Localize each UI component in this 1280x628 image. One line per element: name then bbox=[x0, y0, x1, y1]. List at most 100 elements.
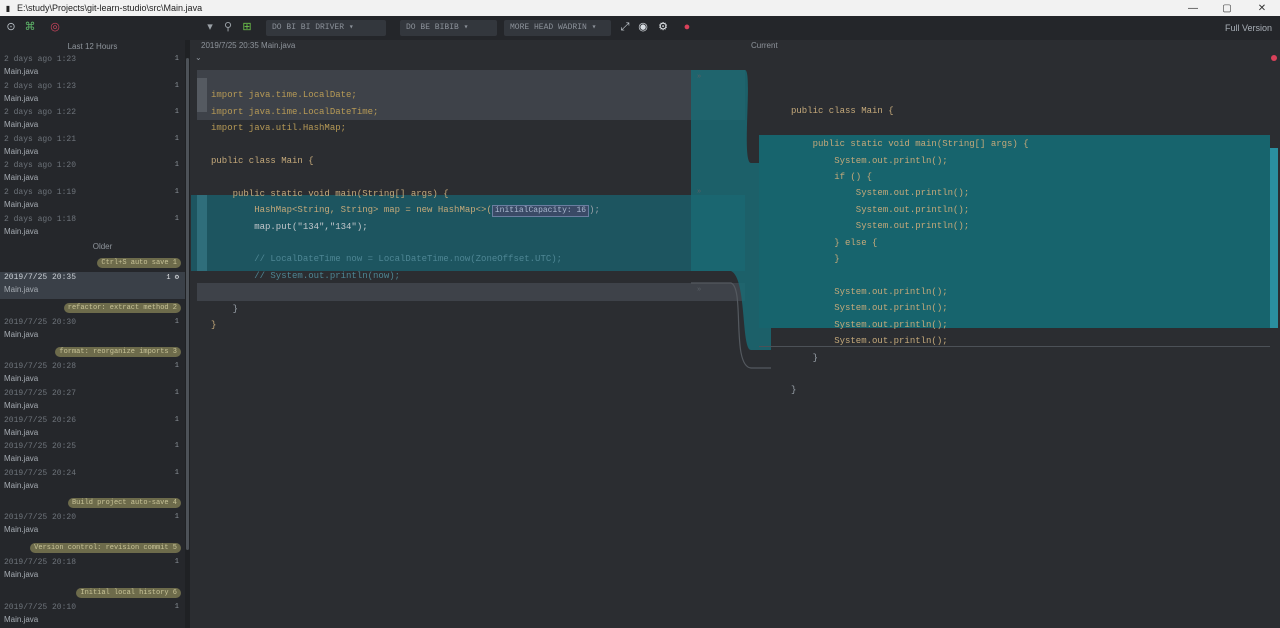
change-count: 1 ⚙ bbox=[166, 274, 179, 283]
list-item[interactable]: 2 days ago 1:22 Main.java 1 bbox=[0, 107, 185, 134]
commit-file: Main.java bbox=[4, 427, 39, 437]
code-line: public static void main(String[] args) { bbox=[211, 188, 449, 199]
change-count: 1 bbox=[174, 468, 179, 477]
commit-date: 2019/7/25 20:24 bbox=[4, 468, 77, 478]
camera-icon[interactable]: ◉ bbox=[636, 20, 650, 34]
code-line: import java.time.LocalDateTime; bbox=[211, 106, 379, 117]
list-item[interactable]: 2019/7/25 20:24 Main.java 1 bbox=[0, 468, 185, 495]
code-line: System.out.println(); bbox=[791, 303, 948, 314]
history-group-header: Last 12 Hours bbox=[67, 42, 118, 51]
commit-file: Main.java bbox=[4, 173, 39, 183]
change-count: 1 bbox=[174, 81, 179, 90]
list-item[interactable]: 2019/7/25 20:28 Main.java 1 bbox=[0, 361, 185, 388]
tag-row[interactable]: format: reorganize imports 3 bbox=[0, 343, 185, 361]
list-item[interactable]: 2019/7/25 20:27 Main.java 1 bbox=[0, 388, 185, 415]
list-item[interactable]: 2019/7/25 20:25 Main.java 1 bbox=[0, 441, 185, 468]
list-item[interactable]: 2019/7/25 20:20 Main.java 1 bbox=[0, 512, 185, 539]
code-line: System.out.println(); bbox=[791, 188, 970, 199]
accept-change-icon[interactable]: » bbox=[697, 73, 701, 81]
commit-date: 2019/7/25 20:20 bbox=[4, 513, 77, 523]
list-item[interactable]: 2 days ago 1:20 Main.java 1 bbox=[0, 160, 185, 187]
commit-date: 2019/7/25 20:30 bbox=[4, 317, 77, 327]
commit-date: 2 days ago 1:20 bbox=[4, 161, 77, 171]
accept-change-icon[interactable]: » bbox=[697, 286, 701, 294]
tag-row[interactable]: Initial local history 6 bbox=[0, 584, 185, 602]
code-line: } bbox=[211, 303, 239, 314]
list-item[interactable]: 2 days ago 1:19 Main.java 1 bbox=[0, 187, 185, 214]
commit-date: 2 days ago 1:22 bbox=[4, 108, 77, 118]
commit-date: 2019/7/25 20:10 bbox=[4, 602, 77, 612]
commit-date: 2019/7/25 20:27 bbox=[4, 388, 77, 398]
minimize-button[interactable]: — bbox=[1176, 0, 1210, 16]
change-count: 1 bbox=[174, 362, 179, 371]
tag-row[interactable]: refactor: extract method 2 bbox=[0, 299, 185, 317]
lock-icon[interactable]: ⊞ bbox=[240, 20, 254, 34]
collapse-icon[interactable]: ▾ bbox=[203, 20, 217, 34]
history-icon[interactable]: ⊙ bbox=[4, 20, 18, 34]
code-line: if () { bbox=[791, 172, 873, 183]
code-line: System.out.println(); bbox=[791, 336, 948, 347]
label-badge: Initial local history 6 bbox=[76, 587, 181, 598]
accept-change-icon[interactable]: » bbox=[697, 188, 701, 196]
list-item[interactable]: 2019/7/25 20:26 Main.java 1 bbox=[0, 415, 185, 442]
list-item[interactable]: 2019/7/25 20:10 Main.java 1 bbox=[0, 602, 185, 628]
stop-icon[interactable]: ● bbox=[680, 20, 694, 34]
code-line: System.out.println(); bbox=[791, 221, 970, 232]
commit-file: Main.java bbox=[4, 285, 39, 295]
change-marker bbox=[197, 78, 207, 112]
code-line: // LocalDateTime now = LocalDateTime.now… bbox=[211, 254, 563, 265]
pin-icon[interactable]: ⚲ bbox=[221, 20, 235, 34]
list-item-selected[interactable]: 2019/7/25 20:35 Main.java 1 ⚙ bbox=[0, 272, 185, 299]
tag-row[interactable]: Version control: revision commit 5 bbox=[0, 539, 185, 557]
list-item[interactable]: 2019/7/25 20:18 Main.java 1 bbox=[0, 557, 185, 584]
commit-date: 2019/7/25 20:25 bbox=[4, 442, 77, 452]
gear-icon[interactable]: ⚙ bbox=[656, 20, 670, 34]
commit-file: Main.java bbox=[4, 226, 39, 236]
close-button[interactable]: ✕ bbox=[1245, 0, 1279, 16]
label-badge: Build project auto-save 4 bbox=[67, 498, 181, 509]
commit-file: Main.java bbox=[4, 93, 39, 103]
change-count: 1 bbox=[174, 602, 179, 611]
commit-date: 2 days ago 1:23 bbox=[4, 81, 77, 91]
change-count: 1 bbox=[174, 134, 179, 143]
app-icon: ▮ bbox=[5, 3, 11, 13]
list-item[interactable]: 2 days ago 1:23 Main.java 1 bbox=[0, 54, 185, 81]
code-line: System.out.println(); bbox=[791, 155, 948, 166]
commit-file: Main.java bbox=[4, 146, 39, 156]
commit-file: Main.java bbox=[4, 374, 39, 384]
maximize-button[interactable]: ▢ bbox=[1210, 0, 1244, 16]
change-count: 1 bbox=[174, 557, 179, 566]
record-icon[interactable]: ◎ bbox=[48, 20, 62, 34]
toolbar: ⊙ ⌘ ◎ ▾ ⚲ ⊞ DO BI BI DRIVER ▾ DO BE BIBI… bbox=[0, 16, 1280, 40]
tag-row[interactable]: Ctrl+S auto save 1 bbox=[0, 254, 185, 272]
commit-file: Main.java bbox=[4, 569, 39, 579]
change-count: 1 bbox=[174, 513, 179, 522]
branch-dropdown[interactable]: DO BI BI DRIVER ▾ bbox=[266, 20, 386, 36]
commit-date: 2 days ago 1:18 bbox=[4, 214, 77, 224]
list-item[interactable]: 2019/7/25 20:30 Main.java 1 bbox=[0, 317, 185, 344]
change-marker bbox=[197, 195, 207, 271]
list-item[interactable]: 2 days ago 1:23 Main.java 1 bbox=[0, 81, 185, 108]
sidebar-scroll-thumb[interactable] bbox=[186, 58, 189, 550]
mode-dropdown[interactable]: DO BE BIBIB ▾ bbox=[400, 20, 497, 36]
code-line: // System.out.println(now); bbox=[211, 270, 401, 281]
code-line: public class Main { bbox=[211, 156, 314, 167]
change-count: 1 bbox=[174, 187, 179, 196]
branch-icon[interactable]: ⌘ bbox=[23, 20, 37, 34]
code-line: HashMap<String, String> map = new HashMa… bbox=[211, 205, 492, 216]
change-count: 1 bbox=[174, 161, 179, 170]
expand-icon[interactable]: ⤢ bbox=[618, 20, 632, 34]
code-line: } bbox=[791, 385, 797, 396]
tag-row[interactable]: Build project auto-save 4 bbox=[0, 494, 185, 512]
label-badge: Ctrl+S auto save 1 bbox=[97, 258, 181, 269]
collapse-icon[interactable]: ⌄ bbox=[195, 52, 202, 64]
list-item[interactable]: 2 days ago 1:21 Main.java 1 bbox=[0, 134, 185, 161]
version-label: Full Version bbox=[1224, 23, 1272, 33]
code-line: } bbox=[211, 320, 217, 331]
right-scroll-marker bbox=[1270, 148, 1278, 328]
list-item[interactable]: 2 days ago 1:18 Main.java 1 bbox=[0, 214, 185, 241]
error-indicator bbox=[1271, 55, 1277, 61]
code-line: } bbox=[791, 254, 840, 265]
left-code: import java.time.LocalDate; import java.… bbox=[211, 90, 600, 331]
view-dropdown[interactable]: MORE HEAD WADRIN ▾ bbox=[504, 20, 611, 36]
